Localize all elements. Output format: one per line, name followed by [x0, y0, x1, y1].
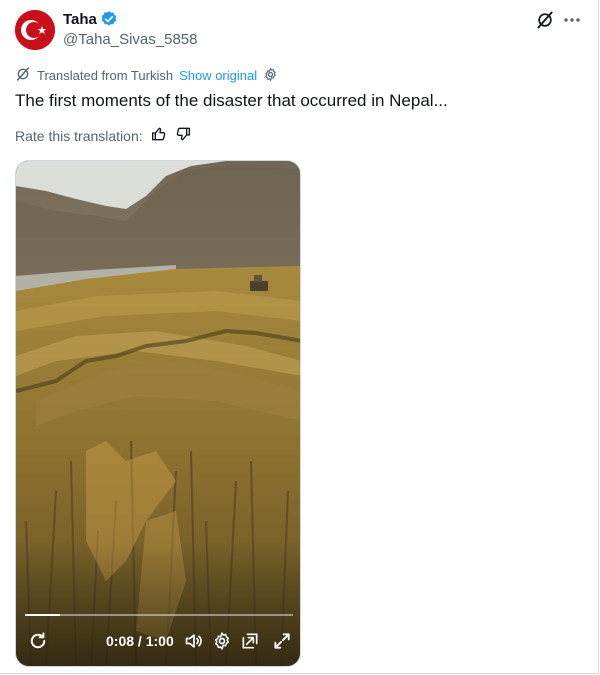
author-name-row[interactable]: Taha	[63, 10, 118, 28]
fullscreen-icon[interactable]	[272, 631, 292, 651]
avatar[interactable]	[15, 10, 55, 50]
author-handle[interactable]: @Taha_Sivas_5858	[63, 31, 198, 48]
tweet-text: The first moments of the disaster that o…	[15, 91, 448, 110]
translated-from-label: Translated from Turkish	[37, 68, 174, 83]
translate-icon	[15, 66, 31, 85]
verified-badge-icon	[100, 10, 118, 28]
video-current-time: 0:08	[106, 633, 135, 649]
more-options-icon[interactable]	[562, 10, 582, 30]
replay-icon[interactable]	[28, 631, 48, 651]
pip-icon[interactable]	[240, 631, 260, 651]
translation-row: Translated from Turkish Show original	[15, 66, 278, 85]
rate-translation-label: Rate this translation:	[15, 127, 143, 144]
video-time-separator: /	[134, 633, 146, 649]
show-original-link[interactable]: Show original	[179, 68, 257, 83]
thumbs-up-icon[interactable]	[151, 126, 167, 145]
display-name[interactable]: Taha	[63, 11, 97, 28]
video-frame	[16, 161, 300, 666]
video-settings-icon[interactable]	[212, 631, 232, 651]
video-controls: 0:08 / 1:00	[16, 631, 300, 661]
rate-translation-row: Rate this translation:	[15, 126, 191, 145]
volume-icon[interactable]	[184, 631, 204, 651]
video-time-display: 0:08 / 1:00	[106, 633, 174, 649]
grok-icon[interactable]	[535, 10, 555, 30]
video-player[interactable]: 0:08 / 1:00	[15, 160, 301, 667]
settings-gear-icon[interactable]	[263, 67, 278, 85]
thumbs-down-icon[interactable]	[175, 126, 191, 145]
video-progress-fill	[25, 614, 60, 616]
video-progress-bar[interactable]	[25, 614, 293, 616]
video-duration: 1:00	[145, 633, 174, 649]
